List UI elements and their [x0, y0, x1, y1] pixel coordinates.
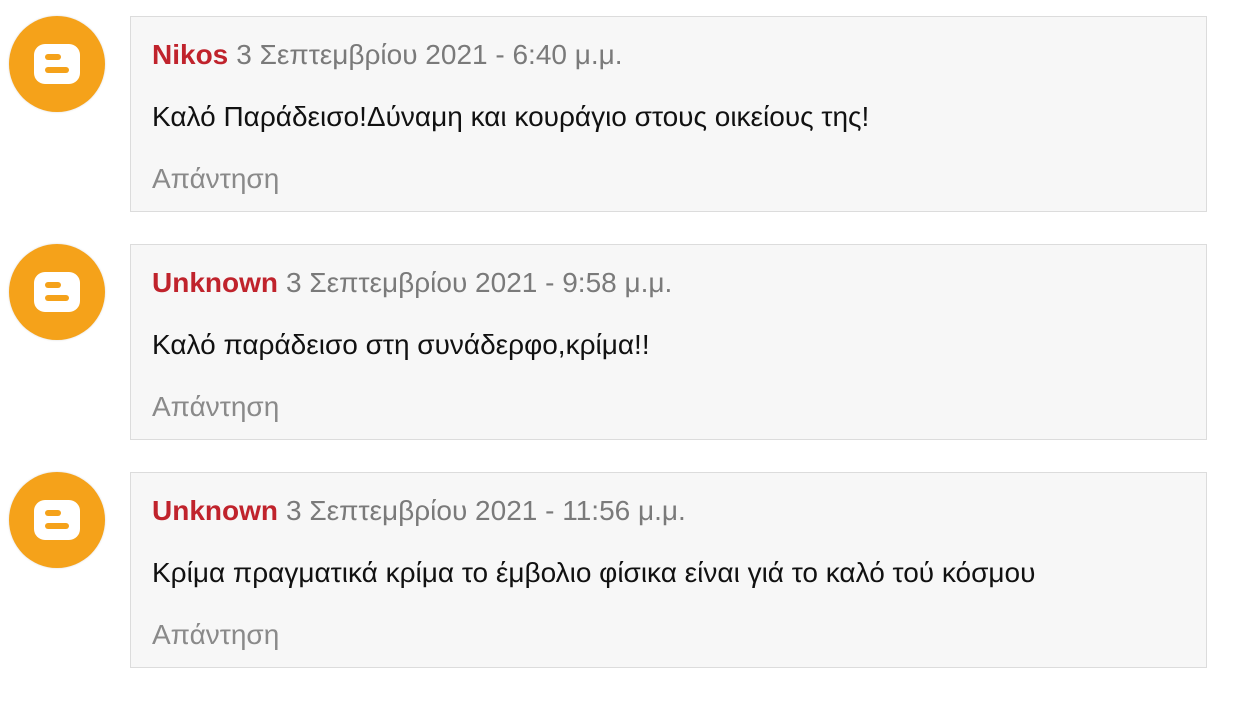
comment-item: Nikos 3 Σεπτεμβρίου 2021 - 6:40 μ.μ. Καλό…: [0, 16, 1238, 214]
comment-text: Καλό παράδεισο στη συνάδερφο,κρίμα!!: [152, 329, 650, 360]
author-link[interactable]: Nikos: [152, 39, 228, 70]
comment-box: Unknown 3 Σεπτεμβρίου 2021 - 11:56 μ.μ. Κ…: [130, 472, 1207, 668]
timestamp-link[interactable]: 3 Σεπτεμβρίου 2021 - 9:58 μ.μ.: [286, 267, 672, 298]
comment-header: Unknown 3 Σεπτεμβρίου 2021 - 9:58 μ.μ.: [152, 267, 672, 299]
comment-box: Nikos 3 Σεπτεμβρίου 2021 - 6:40 μ.μ. Καλό…: [130, 16, 1207, 212]
timestamp-link[interactable]: 3 Σεπτεμβρίου 2021 - 6:40 μ.μ.: [236, 39, 622, 70]
comment-list: Nikos 3 Σεπτεμβρίου 2021 - 6:40 μ.μ. Καλό…: [0, 0, 1238, 704]
timestamp-link[interactable]: 3 Σεπτεμβρίου 2021 - 11:56 μ.μ.: [286, 495, 686, 526]
author-link[interactable]: Unknown: [152, 495, 278, 526]
avatar[interactable]: [9, 244, 105, 340]
comment-box: Unknown 3 Σεπτεμβρίου 2021 - 9:58 μ.μ. Κα…: [130, 244, 1207, 440]
avatar[interactable]: [9, 16, 105, 112]
comment-text: Κρίμα πραγματικά κρίμα το έμβολιο φίσικα…: [152, 557, 1036, 588]
blogger-icon: [34, 500, 80, 540]
comment-text: Καλό Παράδεισο!Δύναμη και κουράγιο στους…: [152, 101, 870, 132]
reply-button[interactable]: Απάντηση: [152, 163, 279, 195]
blogger-icon: [34, 272, 80, 312]
comment-header: Unknown 3 Σεπτεμβρίου 2021 - 11:56 μ.μ.: [152, 495, 686, 527]
comment-item: Unknown 3 Σεπτεμβρίου 2021 - 9:58 μ.μ. Κα…: [0, 244, 1238, 442]
comment-item: Unknown 3 Σεπτεμβρίου 2021 - 11:56 μ.μ. Κ…: [0, 472, 1238, 670]
avatar[interactable]: [9, 472, 105, 568]
reply-button[interactable]: Απάντηση: [152, 391, 279, 423]
comment-header: Nikos 3 Σεπτεμβρίου 2021 - 6:40 μ.μ.: [152, 39, 623, 71]
reply-button[interactable]: Απάντηση: [152, 619, 279, 651]
blogger-icon: [34, 44, 80, 84]
author-link[interactable]: Unknown: [152, 267, 278, 298]
